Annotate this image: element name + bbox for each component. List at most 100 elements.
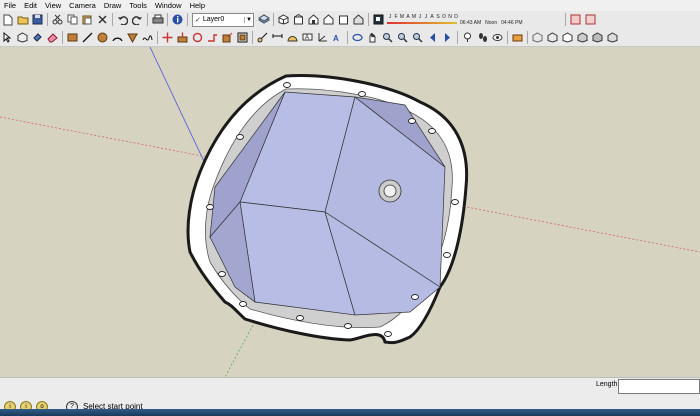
- bolt-hole[interactable]: [443, 252, 451, 258]
- model-canvas[interactable]: [0, 47, 700, 377]
- time-start: 06:43 AM: [460, 19, 482, 26]
- walk-icon[interactable]: [476, 31, 489, 44]
- rectangle-icon[interactable]: [66, 31, 79, 44]
- shaded-icon[interactable]: [576, 31, 589, 44]
- previous-icon[interactable]: [426, 31, 439, 44]
- bolt-hole[interactable]: [411, 294, 419, 300]
- xray-style-icon[interactable]: [569, 13, 582, 26]
- menu-file[interactable]: File: [0, 0, 20, 11]
- shadow-settings: J F M A M J J A S O N D 06:43 AM Noon 04…: [387, 12, 562, 27]
- text-icon[interactable]: A: [301, 31, 314, 44]
- layer-manager-icon[interactable]: [257, 13, 270, 26]
- scale-icon[interactable]: [221, 31, 234, 44]
- slider-track[interactable]: [387, 21, 457, 24]
- dimension-icon[interactable]: [271, 31, 284, 44]
- axes-icon[interactable]: [316, 31, 329, 44]
- undo-icon[interactable]: [116, 13, 129, 26]
- fill-plug-hole: [383, 184, 397, 198]
- iso-icon[interactable]: [277, 13, 290, 26]
- measurement-bar: [0, 377, 700, 398]
- bolt-hole[interactable]: [451, 199, 459, 205]
- bolt-hole[interactable]: [239, 301, 247, 307]
- tape-icon[interactable]: [256, 31, 269, 44]
- freehand-icon[interactable]: [141, 31, 154, 44]
- followme-icon[interactable]: [206, 31, 219, 44]
- menu-window[interactable]: Window: [151, 0, 186, 11]
- pan-icon[interactable]: [366, 31, 379, 44]
- separator: [457, 30, 458, 44]
- top-icon[interactable]: [292, 13, 305, 26]
- drawing-viewport[interactable]: [0, 47, 700, 377]
- front-icon[interactable]: [307, 13, 320, 26]
- back-edges-icon[interactable]: [584, 13, 597, 26]
- bolt-hole[interactable]: [206, 204, 214, 210]
- model-info-icon[interactable]: [171, 13, 184, 26]
- polygon-icon[interactable]: [126, 31, 139, 44]
- orbit-icon[interactable]: [351, 31, 364, 44]
- menu-view[interactable]: View: [41, 0, 65, 11]
- 3dtext-icon[interactable]: A: [331, 31, 344, 44]
- menu-draw[interactable]: Draw: [100, 0, 126, 11]
- menu-tools[interactable]: Tools: [125, 0, 151, 11]
- length-input[interactable]: [618, 379, 700, 394]
- look-around-icon[interactable]: [491, 31, 504, 44]
- next-icon[interactable]: [441, 31, 454, 44]
- check-icon: ✓: [195, 16, 201, 24]
- time-slider[interactable]: 06:43 AM Noon 04:46 PM: [387, 20, 562, 26]
- large-toolset-toolbar: A A: [0, 28, 700, 47]
- separator: [47, 13, 48, 26]
- component-icon[interactable]: [16, 31, 29, 44]
- protractor-icon[interactable]: [286, 31, 299, 44]
- back-icon[interactable]: [337, 13, 350, 26]
- erase-icon[interactable]: [96, 13, 109, 26]
- open-icon[interactable]: [16, 13, 29, 26]
- monochrome-icon[interactable]: [606, 31, 619, 44]
- paint-icon[interactable]: [31, 31, 44, 44]
- paste-icon[interactable]: [81, 13, 94, 26]
- shadow-icon[interactable]: [372, 13, 385, 26]
- menu-edit[interactable]: Edit: [20, 0, 41, 11]
- chevron-down-icon[interactable]: ▼: [244, 16, 253, 23]
- rotate-icon[interactable]: [191, 31, 204, 44]
- separator: [167, 13, 168, 26]
- save-icon[interactable]: [31, 13, 44, 26]
- arc-icon[interactable]: [111, 31, 124, 44]
- separator: [273, 13, 274, 26]
- right-icon[interactable]: [322, 13, 335, 26]
- eraser-icon[interactable]: [46, 31, 59, 44]
- xray-icon[interactable]: [531, 31, 544, 44]
- shaded-texture-icon[interactable]: [591, 31, 604, 44]
- hidden-line-icon[interactable]: [561, 31, 574, 44]
- bolt-hole[interactable]: [283, 82, 291, 88]
- bolt-hole[interactable]: [384, 331, 392, 337]
- zoom-extents-icon[interactable]: [411, 31, 424, 44]
- cut-icon[interactable]: [51, 13, 64, 26]
- menu-camera[interactable]: Camera: [65, 0, 100, 11]
- select-icon[interactable]: [1, 31, 14, 44]
- pushpull-icon[interactable]: [176, 31, 189, 44]
- circle-icon[interactable]: [96, 31, 109, 44]
- separator: [62, 30, 63, 44]
- position-camera-icon[interactable]: [461, 31, 474, 44]
- bolt-hole[interactable]: [236, 134, 244, 140]
- bolt-hole[interactable]: [218, 271, 226, 277]
- layer-dropdown[interactable]: ✓ Layer0 ▼: [192, 12, 254, 27]
- bolt-hole[interactable]: [408, 118, 416, 124]
- offset-icon[interactable]: [236, 31, 249, 44]
- zoom-icon[interactable]: [381, 31, 394, 44]
- menu-help[interactable]: Help: [186, 0, 209, 11]
- new-icon[interactable]: [1, 13, 14, 26]
- print-icon[interactable]: [151, 13, 164, 26]
- zoom-window-icon[interactable]: [396, 31, 409, 44]
- move-icon[interactable]: [161, 31, 174, 44]
- bolt-hole[interactable]: [296, 315, 304, 321]
- wireframe-icon[interactable]: [546, 31, 559, 44]
- redo-icon[interactable]: [131, 13, 144, 26]
- section-icon[interactable]: [511, 31, 524, 44]
- bolt-hole[interactable]: [344, 323, 352, 329]
- copy-icon[interactable]: [66, 13, 79, 26]
- bolt-hole[interactable]: [428, 128, 436, 134]
- left-icon[interactable]: [352, 13, 365, 26]
- bolt-hole[interactable]: [358, 91, 366, 97]
- line-icon[interactable]: [81, 31, 94, 44]
